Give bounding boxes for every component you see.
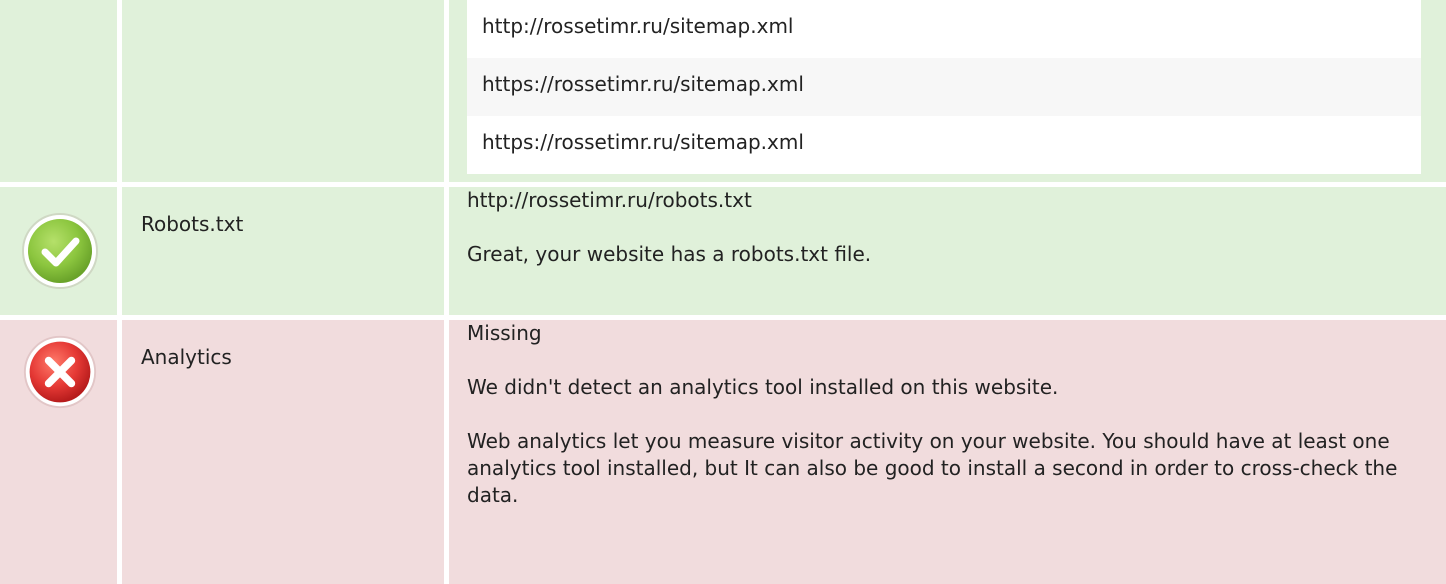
analytics-label: Analytics — [122, 320, 444, 584]
robots-value-cell: http://rossetimr.ru/robots.txt Great, yo… — [449, 187, 1446, 315]
sitemap-value-cell: http://rossetimr.ru/sitemap.xml https://… — [449, 0, 1446, 182]
sitemap-label-cell — [122, 0, 444, 182]
robots-message: Great, your website has a robots.txt fil… — [467, 242, 872, 266]
analytics-status: Missing — [467, 321, 542, 345]
list-item: https://rossetimr.ru/sitemap.xml — [482, 130, 804, 154]
close-circle-icon — [23, 335, 97, 409]
robots-label: Robots.txt — [122, 187, 444, 315]
analytics-message: We didn't detect an analytics tool insta… — [467, 375, 1059, 399]
seo-report-table: http://rossetimr.ru/sitemap.xml https://… — [0, 0, 1446, 584]
sitemap-icon-cell — [0, 0, 117, 182]
list-item: http://rossetimr.ru/sitemap.xml — [482, 14, 794, 38]
list-item: https://rossetimr.ru/sitemap.xml — [467, 58, 1421, 116]
check-circle-icon — [22, 213, 98, 289]
analytics-description: Web analytics let you measure visitor ac… — [467, 429, 1398, 507]
robots-icon-cell — [0, 187, 117, 315]
analytics-icon-cell — [0, 320, 117, 584]
robots-url: http://rossetimr.ru/robots.txt — [467, 188, 752, 212]
analytics-value-cell: Missing We didn't detect an analytics to… — [449, 320, 1446, 584]
sitemap-url-list: http://rossetimr.ru/sitemap.xml https://… — [467, 0, 1421, 174]
